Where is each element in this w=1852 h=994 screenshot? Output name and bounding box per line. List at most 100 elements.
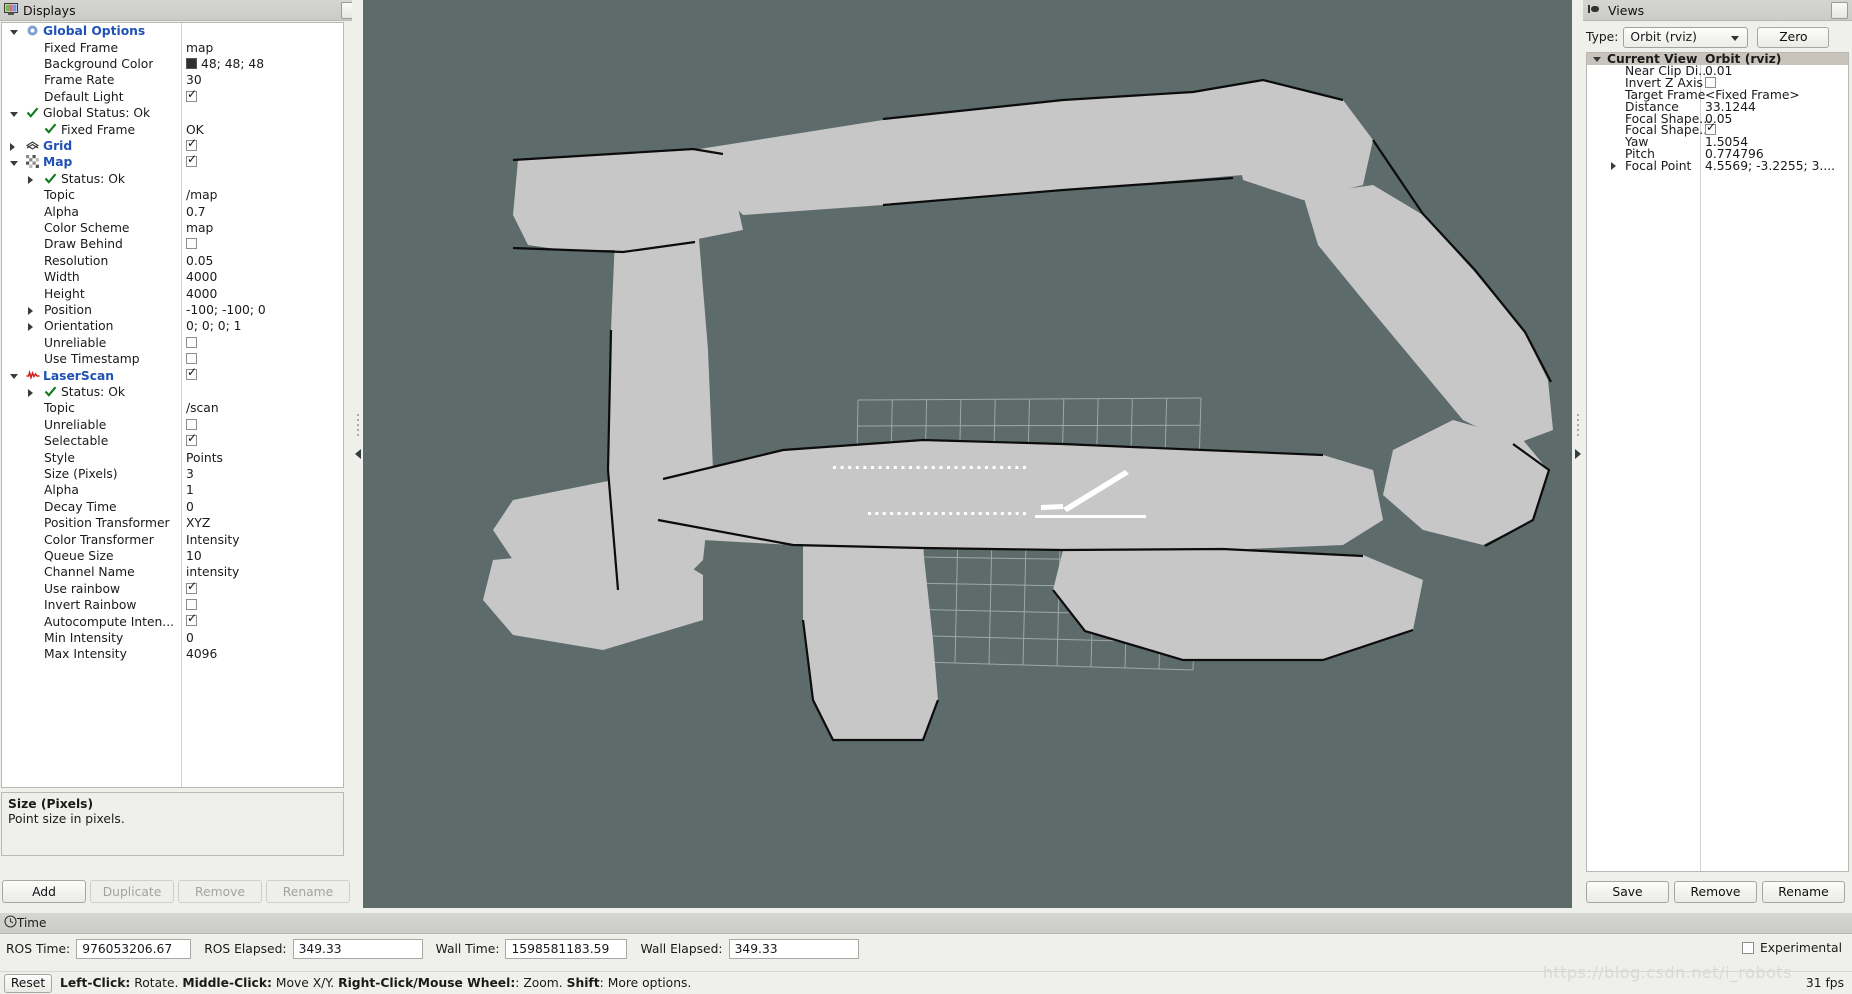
views-property-tree[interactable]: Current ViewOrbit (rviz)Near Clip Di...0… — [1586, 52, 1849, 872]
view-property-row[interactable]: Focal Point4.5569; -3.2255; 3.... — [1587, 160, 1848, 172]
property-checkbox[interactable] — [186, 353, 197, 364]
view-property-value: 4.5569; -3.2255; 3.... — [1705, 159, 1835, 173]
rename-button[interactable]: Rename — [266, 880, 350, 903]
expander-open-icon[interactable] — [10, 30, 18, 35]
property-row[interactable]: Autocompute Inten... — [2, 613, 343, 629]
property-row[interactable]: Orientation0; 0; 0; 1 — [2, 318, 343, 334]
property-row[interactable]: LaserScan — [2, 367, 343, 383]
property-checkbox[interactable] — [186, 369, 197, 380]
time-field-input[interactable]: 1598581183.59 — [505, 939, 627, 959]
property-row[interactable]: Alpha1 — [2, 482, 343, 498]
property-row[interactable]: Fixed FrameOK — [2, 121, 343, 137]
help-segment: Left-Click: — [60, 976, 130, 990]
views-title-label: Views — [1608, 3, 1644, 18]
property-row[interactable]: Position TransformerXYZ — [2, 515, 343, 531]
views-column-divider — [1700, 53, 1701, 871]
property-row[interactable]: Unreliable — [2, 335, 343, 351]
property-row[interactable]: Size (Pixels)3 — [2, 466, 343, 482]
view-property-checkbox[interactable] — [1705, 124, 1716, 135]
property-name: Color Scheme — [44, 221, 129, 235]
property-row[interactable]: Color Schememap — [2, 220, 343, 236]
property-row[interactable]: Global Options — [2, 23, 343, 39]
render-viewport-3d[interactable] — [363, 0, 1583, 908]
property-row[interactable]: Decay Time0 — [2, 499, 343, 515]
property-row[interactable]: Use Timestamp — [2, 351, 343, 367]
left-splitter-handle[interactable] — [352, 0, 363, 908]
duplicate-button[interactable]: Duplicate — [90, 880, 174, 903]
property-checkbox[interactable] — [186, 140, 197, 151]
property-checkbox[interactable] — [186, 156, 197, 167]
expander-closed-icon[interactable] — [28, 323, 33, 331]
expander-closed-icon[interactable] — [10, 143, 15, 151]
property-checkbox[interactable] — [186, 615, 197, 626]
property-row[interactable]: Topic/map — [2, 187, 343, 203]
collapse-left-icon[interactable] — [355, 449, 361, 459]
collapse-right-icon[interactable] — [1575, 449, 1581, 459]
property-name: Status: Ok — [61, 385, 125, 399]
add-button[interactable]: Add — [2, 880, 86, 903]
property-row[interactable]: Width4000 — [2, 269, 343, 285]
property-row[interactable]: Fixed Framemap — [2, 39, 343, 55]
time-field-input[interactable]: 976053206.67 — [76, 939, 191, 959]
property-row[interactable]: Status: Ok — [2, 171, 343, 187]
reset-button[interactable]: Reset — [4, 974, 52, 993]
property-row[interactable]: StylePoints — [2, 449, 343, 465]
expander-open-icon[interactable] — [10, 161, 18, 166]
remove-view-button[interactable]: Remove — [1674, 881, 1757, 903]
property-row[interactable]: Unreliable — [2, 417, 343, 433]
property-row[interactable]: Background Color48; 48; 48 — [2, 56, 343, 72]
property-checkbox[interactable] — [186, 419, 197, 430]
property-row[interactable]: Alpha0.7 — [2, 203, 343, 219]
remove-button[interactable]: Remove — [178, 880, 262, 903]
property-row[interactable]: Grid — [2, 138, 343, 154]
right-splitter-handle[interactable] — [1572, 0, 1583, 908]
property-row[interactable]: Global Status: Ok — [2, 105, 343, 121]
property-row[interactable]: Status: Ok — [2, 384, 343, 400]
displays-property-tree[interactable]: Global OptionsFixed FramemapBackground C… — [1, 22, 344, 788]
view-type-select[interactable]: Orbit (rviz) — [1623, 27, 1748, 48]
property-row[interactable]: Selectable — [2, 433, 343, 449]
property-name: Topic — [44, 401, 75, 415]
time-field-input[interactable]: 349.33 — [729, 939, 859, 959]
property-row[interactable]: Use rainbow — [2, 581, 343, 597]
property-row[interactable]: Max Intensity4096 — [2, 646, 343, 662]
property-checkbox[interactable] — [186, 435, 197, 446]
experimental-checkbox[interactable] — [1742, 942, 1754, 954]
expander-open-icon[interactable] — [1593, 57, 1601, 62]
property-row[interactable]: Channel Nameintensity — [2, 564, 343, 580]
property-checkbox[interactable] — [186, 91, 197, 102]
expander-open-icon[interactable] — [10, 112, 18, 117]
zero-button[interactable]: Zero — [1757, 27, 1829, 48]
property-row[interactable]: Topic/scan — [2, 400, 343, 416]
save-view-button[interactable]: Save — [1586, 881, 1669, 903]
property-row[interactable]: Frame Rate30 — [2, 72, 343, 88]
property-row[interactable]: Map — [2, 154, 343, 170]
property-row[interactable]: Position-100; -100; 0 — [2, 302, 343, 318]
expander-open-icon[interactable] — [10, 374, 18, 379]
property-value: 1 — [186, 483, 194, 497]
property-row[interactable]: Invert Rainbow — [2, 597, 343, 613]
property-row[interactable]: Height4000 — [2, 285, 343, 301]
experimental-toggle[interactable]: Experimental — [1742, 941, 1842, 955]
time-field-label: ROS Time: — [6, 942, 70, 956]
property-checkbox[interactable] — [186, 337, 197, 348]
property-row[interactable]: Resolution0.05 — [2, 253, 343, 269]
property-value: 0; 0; 0; 1 — [186, 319, 241, 333]
property-row[interactable]: Min Intensity0 — [2, 630, 343, 646]
view-property-checkbox[interactable] — [1705, 77, 1716, 88]
expander-closed-icon[interactable] — [1611, 162, 1616, 170]
property-row[interactable]: Queue Size10 — [2, 548, 343, 564]
expander-closed-icon[interactable] — [28, 176, 33, 184]
views-float-button[interactable] — [1831, 2, 1848, 19]
property-row[interactable]: Color TransformerIntensity — [2, 531, 343, 547]
help-body: Point size in pixels. — [8, 812, 337, 826]
property-checkbox[interactable] — [186, 238, 197, 249]
expander-closed-icon[interactable] — [28, 307, 33, 315]
property-row[interactable]: Draw Behind — [2, 236, 343, 252]
property-row[interactable]: Default Light — [2, 89, 343, 105]
time-field-input[interactable]: 349.33 — [293, 939, 423, 959]
expander-closed-icon[interactable] — [28, 389, 33, 397]
rename-view-button[interactable]: Rename — [1762, 881, 1845, 903]
property-checkbox[interactable] — [186, 599, 197, 610]
property-checkbox[interactable] — [186, 583, 197, 594]
